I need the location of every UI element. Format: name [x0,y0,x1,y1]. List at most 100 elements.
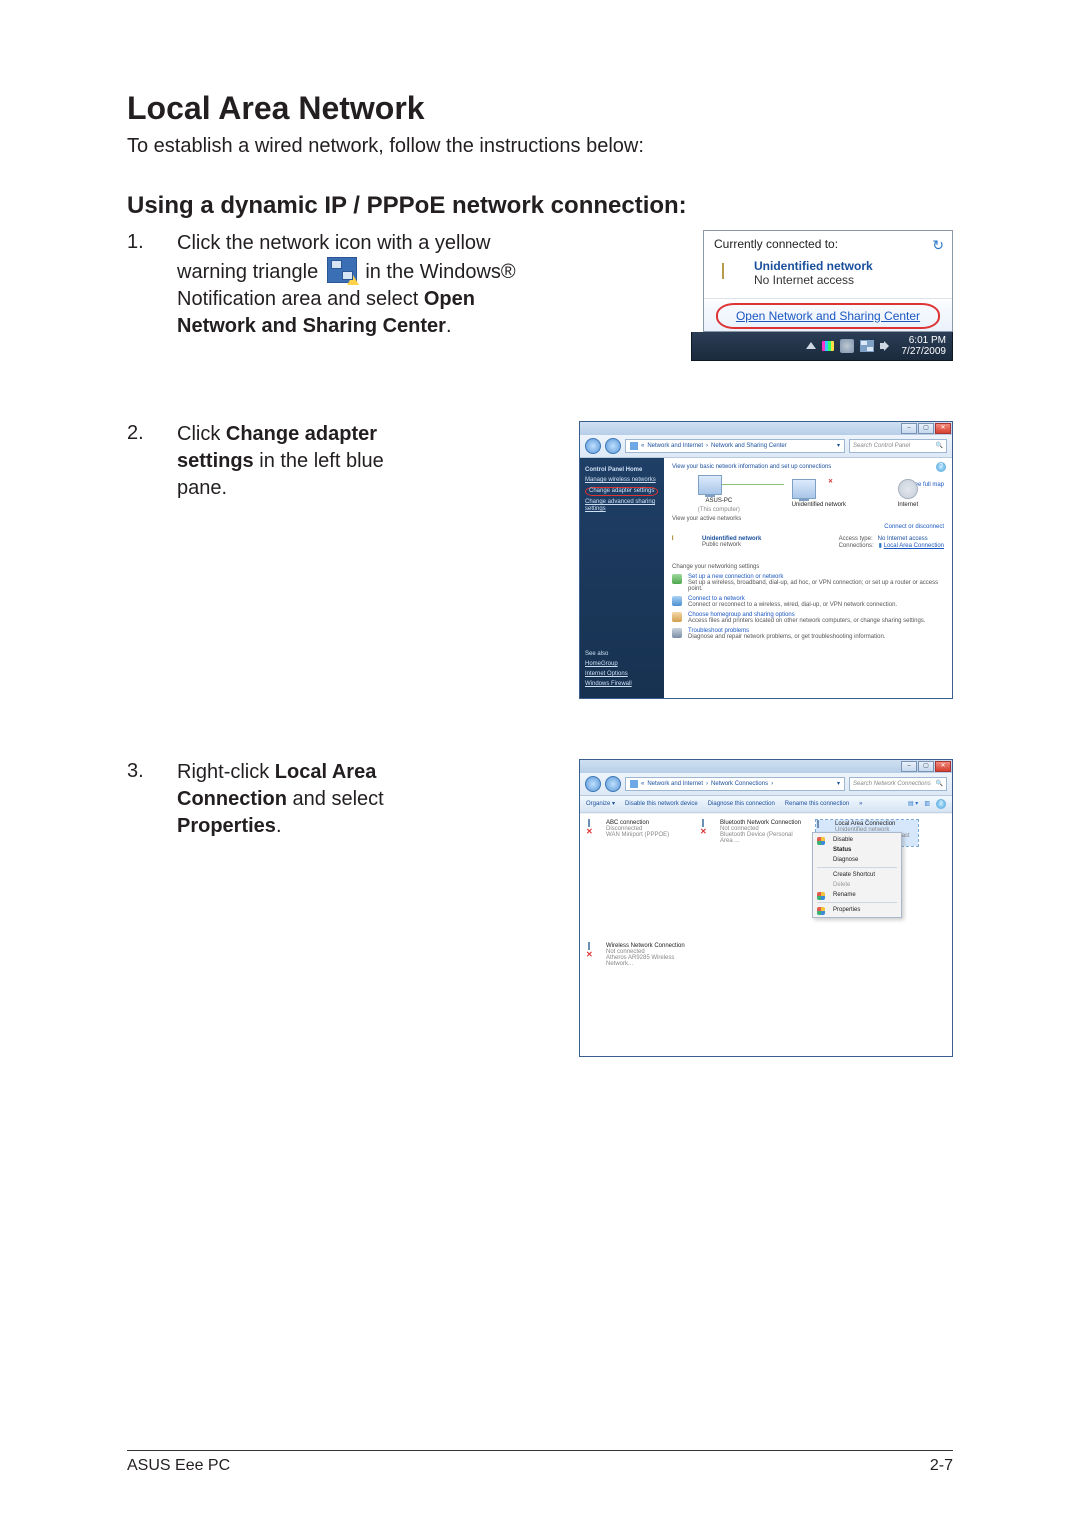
conn-bt-name: Bluetooth Network Connection [720,820,802,826]
toolbar-diagnose[interactable]: Diagnose this connection [708,801,775,807]
nc-search-icon: 🔍 [936,780,943,787]
nc-close-button[interactable]: ✕ [935,761,951,772]
step-3-pre: Right-click [177,761,275,783]
tray-date: 7/27/2009 [902,346,947,357]
tray-network-icon[interactable] [860,340,874,352]
map-this-pc-sub: (This computer) [698,507,740,513]
nsc-sidebar: Control Panel Home Manage wireless netwo… [580,458,664,698]
access-type-value: No Internet access [878,536,928,542]
connect-disconnect-link[interactable]: Connect or disconnect [672,524,944,530]
close-button[interactable]: ✕ [935,423,951,434]
task-connect-network-icon [672,596,682,606]
refresh-icon[interactable]: ↻ [932,237,944,254]
map-this-pc-icon [698,475,722,495]
maximize-button[interactable]: ▢ [918,423,934,434]
help-icon[interactable]: ? [936,462,946,472]
task-troubleshoot[interactable]: Troubleshoot problemsDiagnose and repair… [672,628,944,640]
view-mode-icon[interactable]: ▤ ▾ [908,800,918,807]
task-homegroup[interactable]: Choose homegroup and sharing optionsAcce… [672,612,944,624]
nsc-window: – ▢ ✕ « Network and Internet › Network a… [579,421,953,699]
power-icon[interactable] [840,339,854,353]
context-menu: Disable Status Diagnose Create Shortcut … [812,832,902,918]
sidebar-homegroup[interactable]: HomeGroup [585,661,659,668]
menu-create-shortcut[interactable]: Create Shortcut [813,870,901,880]
menu-delete[interactable]: Delete [813,880,901,890]
map-network-label: Unidentified network [792,502,846,508]
access-type-key: Access type: [839,536,873,542]
action-center-icon[interactable] [822,341,834,351]
toolbar-rename[interactable]: Rename this connection [785,801,849,807]
nc-search-input[interactable]: Search Network Connections 🔍 [849,777,947,791]
step-3-end: . [276,815,282,837]
flyout-network-row[interactable]: Unidentified network No Internet access [704,258,952,296]
open-nsc-link-label: Open Network and Sharing Center [736,309,920,323]
conn-wireless[interactable]: ✕ Wireless Network Connection Not connec… [588,943,688,967]
nc-window: – ▢ ✕ « Network and Internet › Network C… [579,759,953,1057]
sidebar-windows-firewall[interactable]: Windows Firewall [585,681,659,688]
step-2-number: 2. [127,421,151,445]
nc-back-button[interactable] [585,776,601,792]
toolbar-disable[interactable]: Disable this network device [625,801,698,807]
task-troubleshoot-icon [672,628,682,638]
toolbar-organize[interactable]: Organize ▾ [586,800,615,807]
step-3-bold-2: Properties [177,815,276,837]
help-icon-2[interactable]: ? [936,799,946,809]
nc-bc-2: Network Connections [711,781,768,787]
active-net-icon [672,536,686,548]
conn-wnc-device: Atheros AR9285 Wireless Network... [606,955,688,967]
menu-properties[interactable]: Properties [813,905,901,915]
conn-abc-device: WAN Miniport (PPPOE) [606,832,669,838]
sidebar-manage-wireless[interactable]: Manage wireless networks [585,477,659,484]
view-active-label: View your active networks [672,516,944,522]
minimize-button[interactable]: – [901,423,917,434]
map-this-pc-label: ASUS-PC [698,498,740,504]
task-connect-network[interactable]: Connect to a networkConnect or reconnect… [672,596,944,608]
volume-icon[interactable] [880,340,892,352]
task-new-connection-icon [672,574,682,584]
conn-bluetooth[interactable]: ✕ Bluetooth Network Connection Not conne… [702,820,802,844]
forward-button[interactable] [605,438,621,454]
sidebar-change-adapter[interactable]: Change adapter settings [585,487,659,496]
menu-disable[interactable]: Disable [813,835,901,845]
active-net-type: Public network [702,542,761,548]
monitor-icon [722,264,746,284]
menu-status[interactable]: Status [813,845,901,855]
open-nsc-link[interactable]: Open Network and Sharing Center [704,301,952,331]
preview-pane-icon[interactable]: ▥ [924,800,930,807]
flyout-network-name: Unidentified network [754,260,873,274]
back-button[interactable] [585,438,601,454]
nc-minimize-button[interactable]: – [901,761,917,772]
task-new-connection[interactable]: Set up a new connection or networkSet up… [672,574,944,592]
menu-rename[interactable]: Rename [813,890,901,900]
taskbar: 6:01 PM 7/27/2009 [691,332,953,361]
task-homegroup-icon [672,612,682,622]
sidebar-internet-options[interactable]: Internet Options [585,671,659,678]
conn-abc[interactable]: ✕ ABC connection Disconnected WAN Minipo… [588,820,688,838]
search-input[interactable]: Search Control Panel 🔍 [849,439,947,453]
connections-value[interactable]: Local Area Connection [884,543,944,549]
tray-overflow-icon[interactable] [806,342,816,349]
footer-right: 2-7 [930,1457,953,1475]
sidebar-home[interactable]: Control Panel Home [585,467,659,474]
tray-clock[interactable]: 6:01 PM 7/27/2009 [898,335,947,357]
red-highlight-2: Change adapter settings [585,487,658,496]
nc-maximize-button[interactable]: ▢ [918,761,934,772]
step-1-text: Click the network icon with a yellow war… [177,230,537,340]
step-1-number: 1. [127,230,151,254]
nsc-tasks: Set up a new connection or networkSet up… [672,574,944,640]
step-2-pre: Click [177,423,226,445]
flyout-network-status: No Internet access [754,274,873,288]
nc-search-placeholder: Search Network Connections [853,781,931,787]
nc-toolbar: Organize ▾ Disable this network device D… [580,796,952,813]
conn-bt-device: Bluetooth Device (Personal Area ... [720,832,802,844]
nc-forward-button[interactable] [605,776,621,792]
map-internet-label: Internet [898,502,918,508]
menu-sep-1 [817,867,897,868]
sidebar-advanced-sharing[interactable]: Change advanced sharing settings [585,499,659,513]
breadcrumb[interactable]: « Network and Internet › Network and Sha… [625,439,845,453]
step-2: 2. Click Change adapter settings in the … [127,421,953,699]
flyout-header: Currently connected to: [714,237,838,254]
step-3-text: Right-click Local Area Connection and se… [177,759,427,840]
nc-breadcrumb[interactable]: « Network and Internet › Network Connect… [625,777,845,791]
menu-diagnose[interactable]: Diagnose [813,855,901,865]
